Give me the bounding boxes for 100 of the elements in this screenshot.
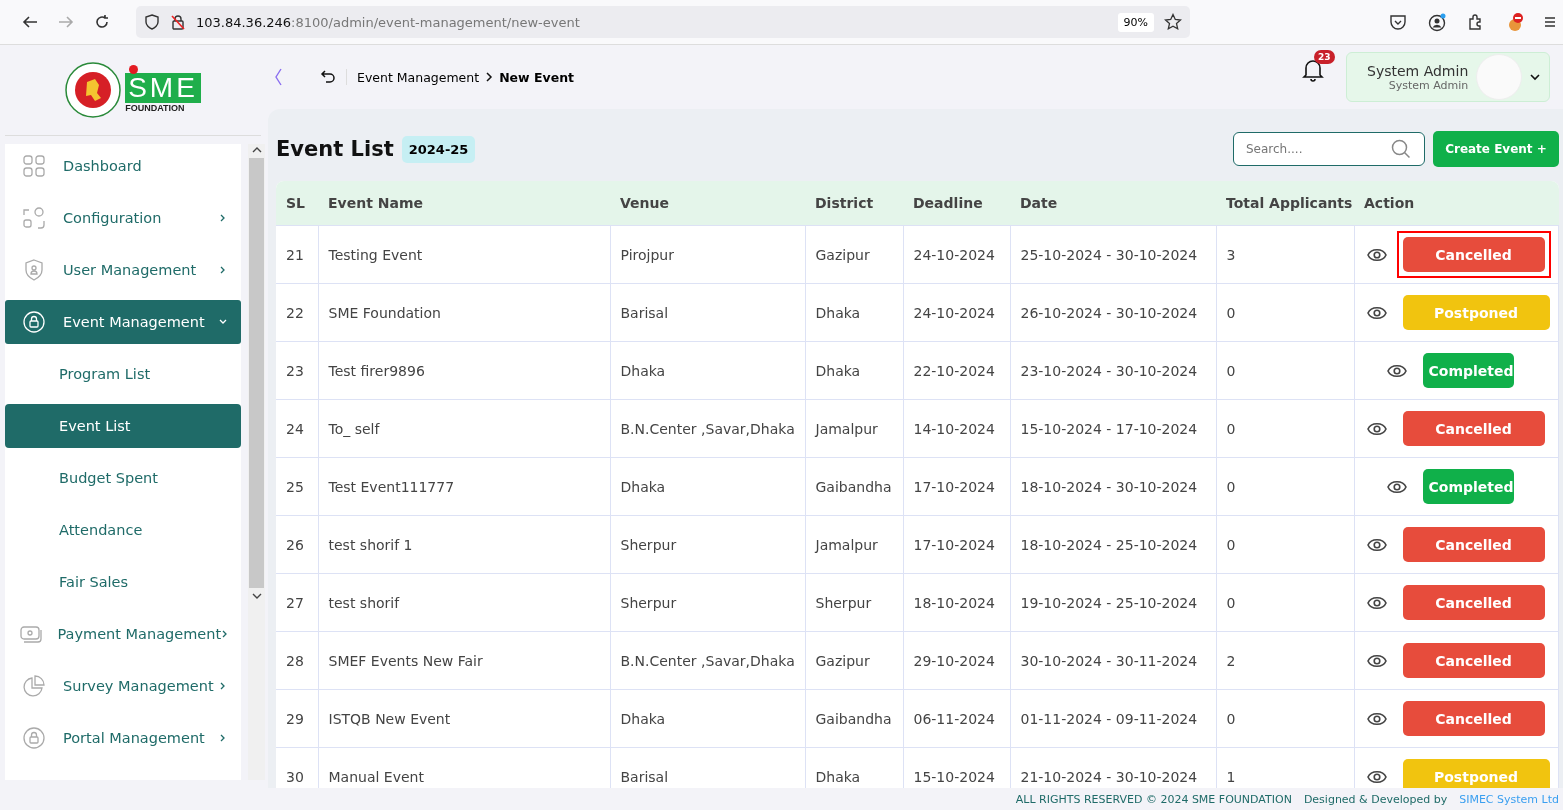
table-cell: 0 xyxy=(1216,515,1354,574)
table-cell: Sherpur xyxy=(610,515,805,574)
table-cell: 18-10-2024 xyxy=(903,573,1010,632)
table-cell: 14-10-2024 xyxy=(903,399,1010,458)
sidebar-item[interactable]: Configuration xyxy=(5,196,241,240)
scroll-down-icon[interactable] xyxy=(251,592,262,600)
sidebar-item[interactable]: Survey Management xyxy=(5,664,241,708)
table-cell: 24 xyxy=(276,399,318,458)
scrollbar[interactable] xyxy=(248,144,265,780)
table-cell: 0 xyxy=(1216,399,1354,458)
submenu-item[interactable]: Budget Spent xyxy=(5,456,241,500)
year-badge: 2024-25 xyxy=(401,135,476,163)
submenu-item[interactable]: Event List xyxy=(5,404,241,448)
table-cell: 24-10-2024 xyxy=(903,283,1010,342)
eye-icon[interactable] xyxy=(1366,537,1387,552)
table-cell: Gaibandha xyxy=(805,689,903,748)
table-cell: 21 xyxy=(276,225,318,284)
table-cell: 23 xyxy=(276,341,318,400)
sidebar-item[interactable]: User Management xyxy=(5,248,241,292)
status-button[interactable]: Cancelled xyxy=(1402,411,1545,446)
table-cell: Dhaka xyxy=(610,457,805,516)
star-icon[interactable] xyxy=(1164,13,1182,31)
page-title: Event List xyxy=(276,137,394,161)
table-cell: 18-10-2024 - 30-10-2024 xyxy=(1010,457,1216,516)
sidebar-item[interactable]: Payment Management xyxy=(5,612,241,656)
logo-subtitle: FOUNDATION xyxy=(125,103,185,113)
emblem-icon xyxy=(65,62,122,118)
logo-dot-icon xyxy=(129,65,139,74)
user-menu[interactable]: System Admin System Admin xyxy=(1346,52,1550,102)
eye-icon[interactable] xyxy=(1366,247,1387,262)
table-cell: 19-10-2024 - 25-10-2024 xyxy=(1010,573,1216,632)
table-cell: 27 xyxy=(276,573,318,632)
table-cell: Dhaka xyxy=(610,341,805,400)
table-cell: 18-10-2024 - 25-10-2024 xyxy=(1010,515,1216,574)
eye-icon[interactable] xyxy=(1366,421,1387,436)
column-header: Event Name xyxy=(318,181,610,226)
status-button[interactable]: Cancelled xyxy=(1402,643,1545,678)
table-cell: B.N.Center ,Savar,Dhaka xyxy=(610,631,805,690)
eye-icon[interactable] xyxy=(1366,653,1387,668)
menu-icon[interactable] xyxy=(1545,14,1555,30)
table-cell: Gaibandha xyxy=(805,457,903,516)
eye-icon[interactable] xyxy=(1366,769,1387,784)
status-button[interactable]: Cancelled xyxy=(1402,237,1545,272)
zoom-level[interactable]: 90% xyxy=(1117,12,1154,32)
table-cell: 23-10-2024 - 30-10-2024 xyxy=(1010,341,1216,400)
status-button[interactable]: Cancelled xyxy=(1402,701,1545,736)
table-cell: Jamalpur xyxy=(805,399,903,458)
account-icon[interactable] xyxy=(1427,12,1447,32)
submenu-item[interactable]: Fair Sales xyxy=(5,560,241,604)
pocket-icon[interactable] xyxy=(1389,13,1407,31)
table-cell: 22 xyxy=(276,283,318,342)
table-cell: 3 xyxy=(1216,225,1354,284)
search-field[interactable]: Search.... xyxy=(1233,132,1425,166)
sidebar-item[interactable]: Dashboard xyxy=(5,144,241,188)
user-name: System Admin xyxy=(1367,62,1469,79)
table-cell: 15-10-2024 - 17-10-2024 xyxy=(1010,399,1216,458)
column-header: Total Applicants xyxy=(1216,181,1354,226)
status-button[interactable]: Cancelled xyxy=(1402,527,1545,562)
table-cell: 0 xyxy=(1216,341,1354,400)
eye-icon[interactable] xyxy=(1366,305,1387,320)
search-icon xyxy=(1391,139,1411,159)
table-cell: Dhaka xyxy=(805,341,903,400)
breadcrumb-item[interactable]: Event Management xyxy=(357,69,480,85)
table-cell: 2 xyxy=(1216,631,1354,690)
pie-chart-icon xyxy=(23,675,45,697)
submenu-item[interactable]: Program List xyxy=(5,352,241,396)
bell-icon[interactable] xyxy=(1302,58,1324,82)
table-cell: 28 xyxy=(276,631,318,690)
eye-icon[interactable] xyxy=(1386,479,1407,494)
table-cell: Pirojpur xyxy=(610,225,805,284)
credit-text: Designed & Developed by xyxy=(1303,792,1448,806)
user-role: System Admin xyxy=(1388,78,1469,92)
url-text: 103.84.36.246:8100/admin/event-management/new-event xyxy=(196,14,581,30)
table-cell: Testing Event xyxy=(318,225,610,284)
table-cell: Dhaka xyxy=(610,689,805,748)
table-cell: 22-10-2024 xyxy=(903,341,1010,400)
address-bar[interactable]: 103.84.36.246:8100/admin/event-management/new-event 90% xyxy=(136,6,1190,38)
shield-user-icon xyxy=(23,259,45,281)
grid-icon xyxy=(23,155,45,177)
table-cell: 29-10-2024 xyxy=(903,631,1010,690)
eye-icon[interactable] xyxy=(1366,711,1387,726)
scroll-up-icon[interactable] xyxy=(251,146,262,154)
table-cell: 24-10-2024 xyxy=(903,225,1010,284)
status-button[interactable]: Cancelled xyxy=(1402,585,1545,620)
eye-icon[interactable] xyxy=(1386,363,1407,378)
table-cell: Sherpur xyxy=(610,573,805,632)
submenu-item[interactable]: Attendance xyxy=(5,508,241,552)
breadcrumb-item: New Event xyxy=(499,69,575,85)
eye-icon[interactable] xyxy=(1366,595,1387,610)
table-cell: Jamalpur xyxy=(805,515,903,574)
collapse-icon[interactable] xyxy=(274,68,282,86)
lock-circle-icon xyxy=(23,727,45,749)
table-cell: Sherpur xyxy=(805,573,903,632)
undo-icon[interactable] xyxy=(320,69,347,85)
logo-brand: SME xyxy=(125,73,201,103)
sidebar-item[interactable]: Event Management xyxy=(5,300,241,344)
table-cell: 0 xyxy=(1216,573,1354,632)
table-cell: 17-10-2024 xyxy=(903,457,1010,516)
sidebar-item[interactable]: Portal Management xyxy=(5,716,241,760)
table-cell: 0 xyxy=(1216,283,1354,342)
